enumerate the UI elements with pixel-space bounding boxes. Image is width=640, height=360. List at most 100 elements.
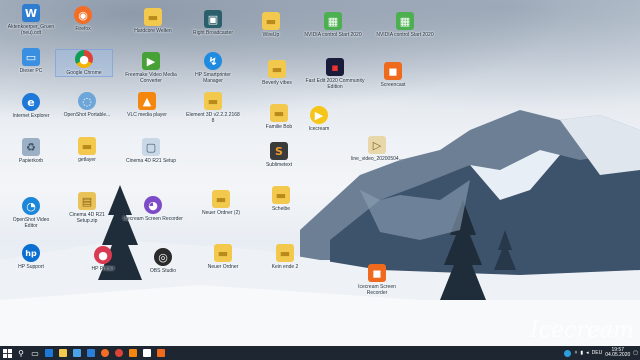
desktop-icon-nvidia-2[interactable]: ▦ NVIDIA control Start 2020 xyxy=(370,12,440,38)
store-taskbar-icon[interactable] xyxy=(70,346,84,360)
desktop-icon-label: Scheibe xyxy=(271,206,291,212)
openshot-icon: ◔ xyxy=(22,197,40,215)
desktop-icon-icecream-2[interactable]: ▶ Icecream xyxy=(284,106,354,132)
desktop-icon-sublimetext[interactable]: S Sublimetext xyxy=(244,142,314,168)
folder-icon: ▬ xyxy=(78,137,96,155)
desktop-icon-label: NVIDIA control Start 2020 xyxy=(376,32,434,38)
desktop-icon-label: HP Support xyxy=(18,264,44,270)
edge-taskbar-icon[interactable] xyxy=(42,346,56,360)
folder-icon: ▬ xyxy=(276,244,294,262)
broadcaster-icon: ▣ xyxy=(204,10,222,28)
folder-icon: ▬ xyxy=(214,244,232,262)
chrome-taskbar-icon[interactable] xyxy=(112,346,126,360)
desktop-icon-hp-support[interactable]: hp HP Support xyxy=(0,244,66,270)
taskbar: ⚲ ▭ ˄ ▮ ◂ DEU 19:57 04.05.2020 ▢ xyxy=(0,346,640,360)
task-view-icon[interactable]: ▭ xyxy=(28,346,42,360)
internet-explorer-icon: e xyxy=(22,93,40,111)
notification-icon[interactable]: ▢ xyxy=(633,350,638,356)
desktop-icon-label: HP Printer xyxy=(91,266,115,272)
hp-printer-icon: ● xyxy=(94,246,112,264)
desktop-icon-label: Hardcore Welten xyxy=(134,28,172,34)
video-file-icon: ▷ xyxy=(368,136,386,154)
desktop-icon-cinema-setup-zip[interactable]: ▤ Cinema 4D R21 Setup.zip xyxy=(52,192,122,224)
desktop-icon-nvidia-1[interactable]: ▦ NVIDIA control Start 2020 xyxy=(298,12,368,38)
windows-start-icon[interactable] xyxy=(0,346,14,360)
app-taskbar-icon[interactable] xyxy=(140,346,154,360)
hp-icon: hp xyxy=(22,244,40,262)
language-indicator[interactable]: DEU xyxy=(592,350,603,356)
desktop-icon-line-video[interactable]: ▷ line_video_20200504... xyxy=(342,136,412,162)
desktop-icon-cinema-4d[interactable]: ▢ Cinema 4D R21 Setup xyxy=(116,138,186,164)
hp-manager-icon: ↯ xyxy=(204,52,222,70)
search-icon[interactable]: ⚲ xyxy=(14,346,28,360)
freemake-icon: ▶ xyxy=(142,52,160,70)
desktop-icon-label: NVIDIA control Start 2020 xyxy=(304,32,362,38)
screen-recorder-icon: ◼ xyxy=(368,264,386,282)
desktop-icon-screencast[interactable]: ◼ Screencast xyxy=(358,62,428,88)
desktop-icon-vlc[interactable]: ▲ VLC media player xyxy=(112,92,182,118)
desktop-icon-neuer-ordner[interactable]: ▬ Neuer Ordner xyxy=(188,244,258,270)
desktop-icon-label: OBS Studio xyxy=(149,268,177,274)
screencast-icon: ◼ xyxy=(384,62,402,80)
desktop-icon-label: Icecream Screen Recorder xyxy=(358,284,396,296)
desktop-icon-google-chrome[interactable]: ● Google Chrome xyxy=(55,49,113,77)
desktop-icon-label: Neuer Ordner (2) xyxy=(201,210,241,216)
icecream-icon: ◕ xyxy=(144,196,162,214)
desktop-icon-label: Cinema 4D R21 Setup.zip xyxy=(69,212,105,224)
desktop-icon-label: Papierkorb xyxy=(18,158,44,164)
icecream-watermark-sub: APPS xyxy=(598,330,615,336)
desktop-icon-label: Kein ende 2 xyxy=(271,264,299,270)
desktop-icon-icecream-screen[interactable]: ◕ Icecream Screen Recorder xyxy=(118,196,188,222)
zip-folder-icon: ▤ xyxy=(78,192,96,210)
desktop-icon-label: OpenShot Portable... xyxy=(63,112,111,118)
desktop-icon-label: Element 3D v2.2.2.2168 8 xyxy=(186,112,240,124)
folder-icon: ▬ xyxy=(268,60,286,78)
desktop-icon-wireup[interactable]: ▬ WireUp xyxy=(236,12,306,38)
desktop-icon-label: Icecream xyxy=(308,126,330,132)
sublime-text-icon: S xyxy=(270,142,288,160)
tray-chevron-up-icon[interactable]: ˄ xyxy=(574,350,577,356)
clock[interactable]: 19:57 04.05.2020 xyxy=(605,348,630,358)
fast-edit-icon: ▪ xyxy=(326,58,344,76)
icecream-play-icon: ▶ xyxy=(310,106,328,124)
desktop-icon-getlayer[interactable]: ▬ getlayer xyxy=(52,137,122,163)
volume-icon[interactable]: ◂ xyxy=(586,350,589,356)
desktop-icon-label: Google Chrome xyxy=(66,70,102,76)
firefox-taskbar-icon[interactable] xyxy=(98,346,112,360)
obs-icon: ◎ xyxy=(154,248,172,266)
desktop-icon-label: Cinema 4D R21 Setup xyxy=(125,158,177,164)
desktop-icon-label: Sublimetext xyxy=(265,162,293,168)
desktop-icon-scheibe[interactable]: ▬ Scheibe xyxy=(246,186,316,212)
media-taskbar-icon[interactable] xyxy=(126,346,140,360)
desktop-icon-label: HP Smartprinter Manager xyxy=(195,72,231,84)
mail-taskbar-icon[interactable] xyxy=(84,346,98,360)
recorder-taskbar-icon[interactable] xyxy=(154,346,168,360)
desktop-icon-element-3d[interactable]: ▬ Element 3D v2.2.2.2168 8 xyxy=(178,92,248,124)
desktop-icon-label: Neuer Ordner xyxy=(207,264,239,270)
clock-date: 04.05.2020 xyxy=(605,352,631,358)
folder-icon: ▬ xyxy=(144,8,162,26)
desktop-icon-label: OpenShot Video Editor xyxy=(12,217,50,229)
desktop-icon-kein-ende[interactable]: ▬ Kein ende 2 xyxy=(250,244,320,270)
openshot-portable-icon: ◌ xyxy=(78,92,96,110)
desktop-icon-label: Firefox xyxy=(75,26,91,32)
desktop-icon-firefox[interactable]: ◉ Firefox xyxy=(48,6,118,32)
chrome-icon: ● xyxy=(75,50,93,68)
desktop-icon-recorder-bottom[interactable]: ◼ Icecream Screen Recorder xyxy=(342,264,412,296)
desktop-icon-label: getlayer xyxy=(78,157,96,163)
network-icon[interactable]: ▮ xyxy=(580,350,583,356)
desktop-icon-freemake[interactable]: ▶ Freemake Video Media Converter xyxy=(116,52,186,84)
vlc-icon: ▲ xyxy=(138,92,156,110)
desktop-icon-label: Internet Explorer xyxy=(12,113,50,119)
nvidia-icon: ▦ xyxy=(324,12,342,30)
folder-icon: ▬ xyxy=(272,186,290,204)
computer-icon: ▭ xyxy=(22,48,40,66)
cinema-4d-icon: ▢ xyxy=(142,138,160,156)
file-explorer-taskbar-icon[interactable] xyxy=(56,346,70,360)
document-icon: W xyxy=(22,4,40,22)
tray-app-icon[interactable] xyxy=(564,349,572,357)
desktop-icon-label: VLC media player xyxy=(127,112,167,118)
desktop: W Aktenkoerper_Gruen (neu).odt ▭ Dieser … xyxy=(0,0,640,346)
desktop-icon-hp-smart-manager[interactable]: ↯ HP Smartprinter Manager xyxy=(178,52,248,84)
desktop-icon-label: line_video_20200504... xyxy=(351,156,403,162)
